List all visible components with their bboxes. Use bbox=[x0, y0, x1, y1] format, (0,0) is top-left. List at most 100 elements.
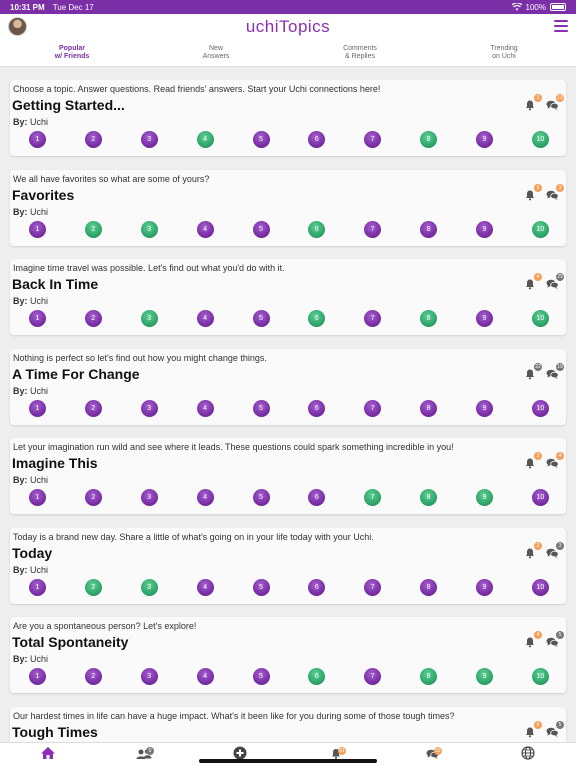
question-button[interactable]: 9 bbox=[476, 399, 493, 417]
topic-title[interactable]: A Time For Change bbox=[12, 366, 140, 382]
topic-card[interactable]: We all have favorites so what are some o… bbox=[10, 169, 566, 246]
nav-home[interactable] bbox=[0, 743, 96, 768]
question-button[interactable]: 3 bbox=[140, 489, 158, 506]
question-button[interactable]: 8 bbox=[420, 668, 438, 685]
topic-title[interactable]: Getting Started... bbox=[12, 97, 125, 113]
question-button[interactable]: 9 bbox=[476, 310, 493, 327]
question-button[interactable]: 6 bbox=[308, 131, 326, 148]
nav-globe[interactable] bbox=[480, 743, 576, 768]
notification-bell-icon[interactable]: 2 bbox=[524, 541, 542, 559]
question-button[interactable]: 2 bbox=[84, 220, 102, 238]
nav-chat[interactable]: 22 bbox=[384, 743, 480, 768]
question-button[interactable]: 6 bbox=[308, 399, 326, 417]
tab-1[interactable]: New Answers bbox=[144, 40, 288, 66]
question-button[interactable]: 1 bbox=[29, 668, 46, 685]
question-button[interactable]: 4 bbox=[196, 399, 214, 417]
question-button[interactable]: 5 bbox=[252, 131, 270, 148]
question-button[interactable]: 5 bbox=[252, 310, 270, 327]
question-button[interactable]: 1 bbox=[29, 310, 46, 327]
topic-title[interactable]: Total Spontaneity bbox=[12, 634, 128, 650]
question-button[interactable]: 6 bbox=[308, 578, 326, 596]
question-button[interactable]: 2 bbox=[84, 131, 102, 148]
question-button[interactable]: 9 bbox=[476, 131, 493, 148]
notification-bell-icon[interactable]: 4 bbox=[524, 273, 542, 290]
question-button[interactable]: 10 bbox=[531, 578, 549, 596]
menu-button[interactable] bbox=[554, 20, 568, 32]
tab-0[interactable]: Popular w/ Friends bbox=[0, 40, 144, 66]
question-button[interactable]: 4 bbox=[196, 668, 214, 685]
question-button[interactable]: 5 bbox=[252, 399, 270, 417]
comments-icon[interactable]: 4 bbox=[546, 452, 564, 469]
comments-icon[interactable]: 19 bbox=[546, 362, 564, 380]
question-button[interactable]: 4 bbox=[196, 310, 214, 327]
notification-bell-icon[interactable]: 5 bbox=[524, 183, 542, 201]
question-button[interactable]: 10 bbox=[531, 489, 549, 506]
question-button[interactable]: 10 bbox=[531, 131, 549, 148]
question-button[interactable]: 4 bbox=[196, 220, 214, 238]
question-button[interactable]: 1 bbox=[29, 489, 46, 506]
question-button[interactable]: 9 bbox=[476, 220, 493, 238]
notification-bell-icon[interactable]: 3 bbox=[524, 452, 542, 469]
comments-icon[interactable]: 29 bbox=[546, 273, 564, 290]
question-button[interactable]: 6 bbox=[308, 310, 326, 327]
topic-title[interactable]: Imagine This bbox=[12, 455, 98, 471]
comments-icon[interactable]: 3 bbox=[546, 541, 564, 559]
question-button[interactable]: 8 bbox=[420, 399, 438, 417]
question-button[interactable]: 8 bbox=[420, 489, 438, 506]
topic-title[interactable]: Today bbox=[12, 545, 52, 561]
topic-card[interactable]: Imagine time travel was possible. Let's … bbox=[10, 259, 566, 335]
question-button[interactable]: 9 bbox=[476, 578, 493, 596]
topic-card[interactable]: Nothing is perfect so let's find out how… bbox=[10, 348, 566, 425]
comments-icon[interactable]: 13 bbox=[546, 94, 564, 111]
question-button[interactable]: 6 bbox=[308, 668, 326, 685]
question-button[interactable]: 5 bbox=[252, 578, 270, 596]
question-button[interactable]: 1 bbox=[29, 131, 46, 148]
question-button[interactable]: 3 bbox=[140, 220, 158, 238]
question-button[interactable]: 10 bbox=[531, 668, 549, 685]
question-button[interactable]: 4 bbox=[196, 489, 214, 506]
topic-title[interactable]: Back In Time bbox=[12, 276, 98, 292]
question-button[interactable]: 1 bbox=[29, 220, 46, 238]
question-button[interactable]: 7 bbox=[364, 220, 382, 238]
comments-icon[interactable]: 5 bbox=[546, 631, 564, 648]
topic-card[interactable]: Let your imagination run wild and see wh… bbox=[10, 438, 566, 514]
question-button[interactable]: 9 bbox=[476, 489, 493, 506]
avatar[interactable] bbox=[8, 17, 27, 36]
question-button[interactable]: 7 bbox=[364, 310, 382, 327]
notification-bell-icon[interactable]: 6 bbox=[524, 720, 542, 738]
nav-bell[interactable]: 61 bbox=[288, 743, 384, 768]
question-button[interactable]: 3 bbox=[140, 131, 158, 148]
question-button[interactable]: 2 bbox=[84, 668, 102, 685]
topic-card[interactable]: Today is a brand new day. Share a little… bbox=[10, 527, 566, 604]
question-button[interactable]: 5 bbox=[252, 489, 270, 506]
question-button[interactable]: 8 bbox=[420, 578, 438, 596]
question-button[interactable]: 6 bbox=[308, 220, 326, 238]
nav-add[interactable] bbox=[192, 743, 288, 768]
question-button[interactable]: 6 bbox=[308, 489, 326, 506]
notification-bell-icon[interactable]: 22 bbox=[524, 362, 542, 380]
topic-card[interactable]: Choose a topic. Answer questions. Read f… bbox=[10, 80, 566, 156]
notification-bell-icon[interactable]: 3 bbox=[524, 94, 542, 111]
topic-card[interactable]: Are you a spontaneous person? Let's expl… bbox=[10, 617, 566, 693]
question-button[interactable]: 3 bbox=[140, 578, 158, 596]
question-button[interactable]: 8 bbox=[420, 310, 438, 327]
question-button[interactable]: 2 bbox=[84, 310, 102, 327]
question-button[interactable]: 2 bbox=[84, 578, 102, 596]
topic-title[interactable]: Tough Times bbox=[12, 724, 98, 740]
question-button[interactable]: 4 bbox=[196, 578, 214, 596]
question-button[interactable]: 7 bbox=[364, 131, 382, 148]
question-button[interactable]: 1 bbox=[29, 399, 46, 417]
notification-bell-icon[interactable]: 4 bbox=[524, 631, 542, 648]
topic-title[interactable]: Favorites bbox=[12, 187, 74, 203]
question-button[interactable]: 3 bbox=[140, 668, 158, 685]
question-button[interactable]: 3 bbox=[140, 310, 158, 327]
question-button[interactable]: 7 bbox=[364, 489, 382, 506]
question-button[interactable]: 7 bbox=[364, 399, 382, 417]
question-button[interactable]: 3 bbox=[140, 399, 158, 417]
question-button[interactable]: 5 bbox=[252, 220, 270, 238]
question-button[interactable]: 10 bbox=[531, 310, 549, 327]
tab-2[interactable]: Comments & Replies bbox=[288, 40, 432, 66]
comments-icon[interactable]: 5 bbox=[546, 720, 564, 738]
question-button[interactable]: 7 bbox=[364, 578, 382, 596]
question-button[interactable]: 2 bbox=[84, 489, 102, 506]
